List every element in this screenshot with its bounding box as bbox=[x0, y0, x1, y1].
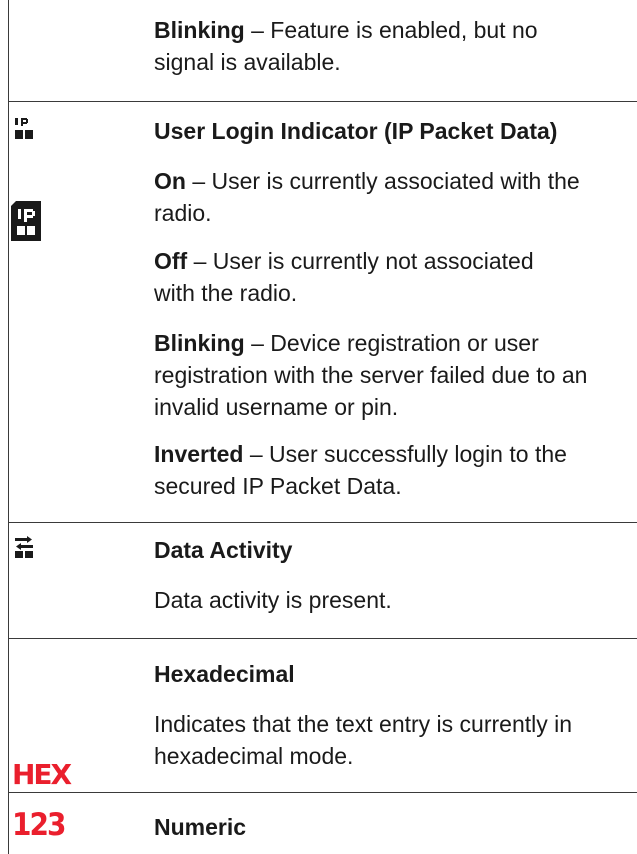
term-off: Off bbox=[154, 248, 188, 274]
term-blinking: Blinking bbox=[154, 17, 245, 43]
data-activity-text: Data activity is present. bbox=[154, 587, 392, 613]
numeric-icon: 123 bbox=[12, 806, 66, 843]
row-divider bbox=[8, 101, 637, 102]
hex-icon: HEX bbox=[12, 758, 72, 791]
inverted-definition: Inverted – User successfully login to th… bbox=[154, 438, 624, 502]
data-activity-icon bbox=[15, 536, 33, 558]
row-divider bbox=[8, 792, 637, 793]
term-blinking-login: Blinking bbox=[154, 330, 245, 356]
blinking-definition: Blinking – Feature is enabled, but no si… bbox=[154, 14, 594, 78]
ip-inverted-icon bbox=[11, 201, 41, 241]
row-divider bbox=[8, 638, 637, 639]
title-hexadecimal: Hexadecimal bbox=[154, 661, 295, 687]
off-definition: Off – User is currently not associated w… bbox=[154, 245, 574, 309]
desc-off: – User is currently not associated with … bbox=[154, 248, 534, 306]
on-definition: On – User is currently associated with t… bbox=[154, 165, 604, 229]
table-left-border bbox=[8, 0, 9, 854]
desc-on: – User is currently associated with the … bbox=[154, 168, 580, 226]
title-numeric: Numeric bbox=[154, 814, 247, 840]
term-inverted: Inverted bbox=[154, 441, 244, 467]
title-user-login: User Login Indicator (IP Packet Data) bbox=[154, 118, 558, 144]
ip-icon bbox=[15, 118, 33, 139]
row-divider bbox=[8, 522, 637, 523]
title-data-activity: Data Activity bbox=[154, 537, 293, 563]
blinking-login-definition: Blinking – Device registration or user r… bbox=[154, 327, 614, 423]
term-on: On bbox=[154, 168, 186, 194]
hexadecimal-text: Indicates that the text entry is current… bbox=[154, 711, 573, 769]
